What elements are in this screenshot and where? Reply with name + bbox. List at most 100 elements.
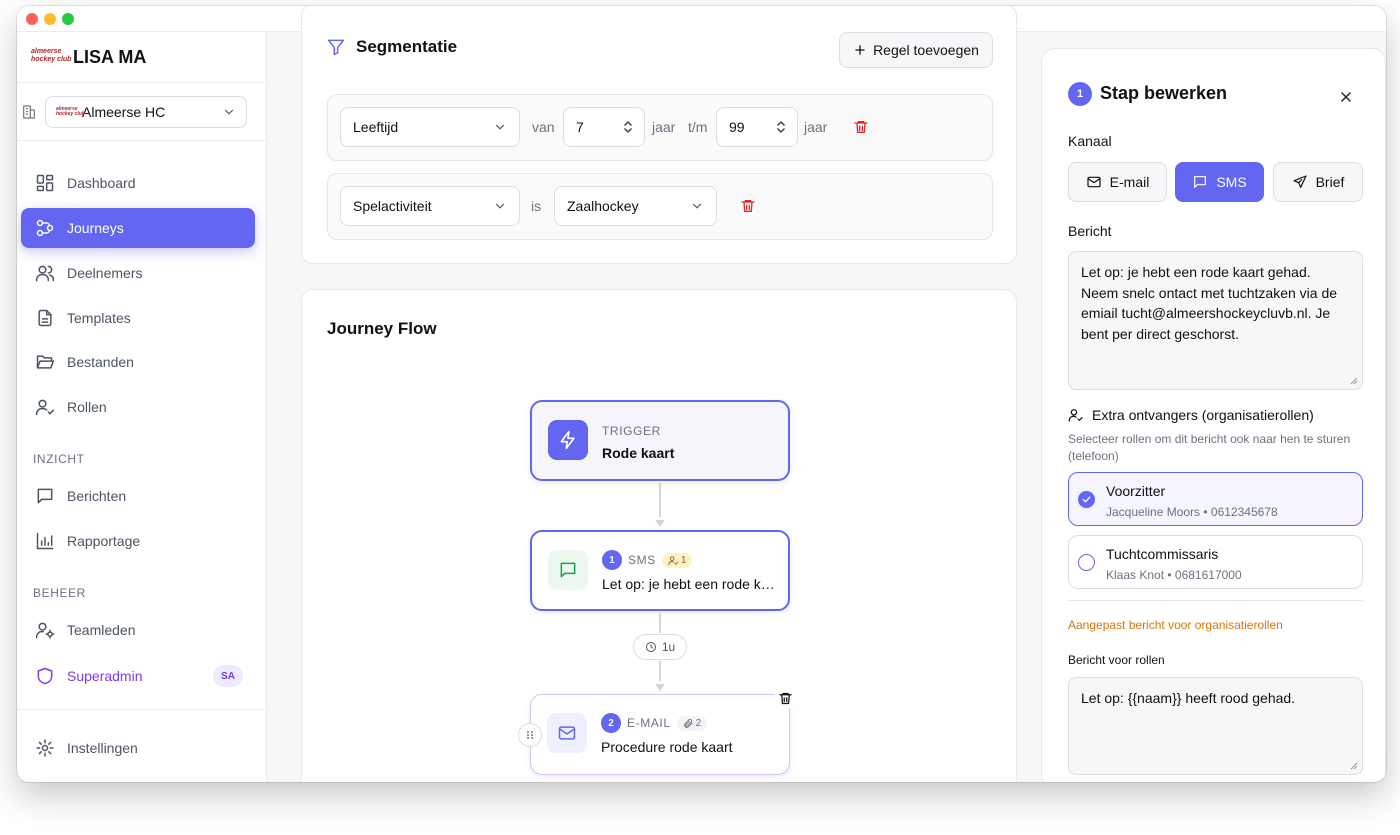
user-check-icon xyxy=(668,555,678,565)
unit-label: jaar xyxy=(652,119,676,135)
chevron-down-icon xyxy=(495,203,505,209)
nav-label: Rapportage xyxy=(67,533,141,549)
role-checkbox[interactable] xyxy=(1078,554,1095,571)
nav-label: Superadmin xyxy=(67,668,143,684)
nav-rapportage[interactable]: Rapportage xyxy=(21,521,255,561)
journeys-icon xyxy=(36,219,54,237)
chevron-down-icon xyxy=(495,124,505,130)
dashboard-icon xyxy=(36,174,54,192)
rule-field-select[interactable]: Leeftijd xyxy=(340,107,520,147)
nav-berichten[interactable]: Berichten xyxy=(21,476,255,516)
gear-icon xyxy=(36,739,54,757)
trigger-label: TRIGGER xyxy=(602,424,661,438)
send-icon xyxy=(1292,175,1307,188)
to-label: t/m xyxy=(688,119,708,135)
org-switcher-row: almeerse hockey club Almeerse HC xyxy=(21,95,251,129)
recipients-chip: 1 xyxy=(661,552,693,568)
age-to-input[interactable]: 99 xyxy=(716,107,798,147)
role-name: Tuchtcommissaris xyxy=(1106,546,1219,562)
nav-label: Rollen xyxy=(67,399,107,415)
role-option-voorzitter[interactable]: Voorzitter Jacqueline Moors • 0612345678 xyxy=(1068,472,1363,526)
trigger-node[interactable]: TRIGGER Rode kaart xyxy=(530,400,790,481)
building-icon xyxy=(23,105,35,119)
unit-label: jaar xyxy=(804,119,828,135)
nav-label: Teamleden xyxy=(67,622,136,638)
nav-superadmin[interactable]: Superadmin SA xyxy=(21,656,255,696)
sidebar: almeerse hockey club LISA MA almeerse ho… xyxy=(17,32,267,782)
arrow-icon xyxy=(655,684,665,691)
flow-connector xyxy=(659,613,661,633)
nav-label: Bestanden xyxy=(67,354,134,370)
stepper-icon[interactable] xyxy=(622,118,634,136)
email-icon-box xyxy=(547,713,587,753)
delete-step-button[interactable] xyxy=(774,687,796,709)
age-from-input[interactable]: 7 xyxy=(563,107,645,147)
segmentation-title: Segmentatie xyxy=(326,37,457,57)
nav-rollen[interactable]: Rollen xyxy=(21,387,255,427)
channel-letter-button[interactable]: Brief xyxy=(1273,162,1363,202)
resize-handle-icon[interactable] xyxy=(1350,377,1358,385)
org-name: Almeerse HC xyxy=(82,104,166,120)
org-logo: almeerse hockey club xyxy=(56,106,85,117)
flow-step-email[interactable]: 2 E-MAIL 2 Procedure rode kaart xyxy=(518,687,796,775)
stepper-icon[interactable] xyxy=(775,118,787,136)
divider xyxy=(17,709,267,710)
close-icon[interactable] xyxy=(1338,89,1354,105)
journey-flow-title: Journey Flow xyxy=(327,319,437,338)
delay-pill[interactable]: 1u xyxy=(633,634,687,660)
message-textarea[interactable]: Let op: je hebt een rode kaart gehad. Ne… xyxy=(1068,251,1363,390)
step-number: 1 xyxy=(602,550,622,570)
nav-label: Berichten xyxy=(67,488,127,504)
message-icon xyxy=(1194,176,1207,188)
resize-handle-icon[interactable] xyxy=(1350,762,1358,770)
flow-connector xyxy=(659,661,661,681)
trash-icon[interactable] xyxy=(740,198,756,214)
chevron-down-icon xyxy=(224,109,234,115)
superadmin-badge: SA xyxy=(213,665,243,687)
nav-journeys[interactable]: Journeys xyxy=(21,208,255,248)
step-type: SMS xyxy=(628,553,656,567)
trash-icon[interactable] xyxy=(853,119,869,135)
plus-icon xyxy=(855,45,865,55)
nav-label: Dashboard xyxy=(67,175,136,191)
step-number: 1 xyxy=(1068,82,1092,106)
role-detail: Jacqueline Moors • 0612345678 xyxy=(1106,505,1278,519)
org-select[interactable]: almeerse hockey club Almeerse HC xyxy=(45,96,247,128)
channel-sms-button[interactable]: SMS xyxy=(1175,162,1264,202)
nav-deelnemers[interactable]: Deelnemers xyxy=(21,253,255,293)
brand[interactable]: almeerse hockey club LISA MA xyxy=(31,42,146,72)
brand-name: LISA MA xyxy=(73,46,147,67)
role-option-tuchtcommissaris[interactable]: Tuchtcommissaris Klaas Knot • 0681617000 xyxy=(1068,535,1363,589)
attachments-chip: 2 xyxy=(676,715,708,731)
channel-email-button[interactable]: E-mail xyxy=(1068,162,1167,202)
rule-field-select[interactable]: Spelactiviteit xyxy=(340,186,520,226)
nav-instellingen[interactable]: Instellingen xyxy=(21,728,255,768)
drag-handle[interactable] xyxy=(518,723,542,747)
extra-recipients-title: Extra ontvangers (organisatierollen) xyxy=(1068,407,1314,423)
roles-message-textarea[interactable]: Let op: {{naam}} heeft rood gehad. xyxy=(1068,677,1363,775)
trash-icon xyxy=(778,692,792,704)
section-label-beheer: BEHEER xyxy=(33,586,86,600)
nav-teamleden[interactable]: Teamleden xyxy=(21,610,255,650)
rule-value-select[interactable]: Zaalhockey xyxy=(554,186,717,226)
divider xyxy=(17,82,267,83)
nav-templates[interactable]: Templates xyxy=(21,298,255,338)
lightning-icon xyxy=(560,430,575,450)
nav-dashboard[interactable]: Dashboard xyxy=(21,163,255,203)
nav-label: Journeys xyxy=(67,220,124,236)
custom-roles-message-link[interactable]: Aangepast bericht voor organisatierollen xyxy=(1068,618,1283,632)
folder-icon xyxy=(36,355,55,369)
step-text: Let op: je hebt een rode kaart gehad. xyxy=(602,576,778,592)
paperclip-icon xyxy=(683,718,693,728)
nav-bestanden[interactable]: Bestanden xyxy=(21,342,255,382)
user-cog-icon xyxy=(35,622,55,639)
filter-icon xyxy=(327,39,345,56)
add-rule-button[interactable]: Regel toevoegen xyxy=(839,32,993,68)
clock-icon xyxy=(645,642,656,652)
flow-step-sms[interactable]: 1 SMS 1 Let op: je hebt een rode kaart g… xyxy=(530,530,790,611)
from-label: van xyxy=(532,119,555,135)
role-checkbox[interactable] xyxy=(1078,491,1095,508)
channel-label: Kanaal xyxy=(1068,133,1112,149)
message-icon xyxy=(37,488,53,504)
message-icon xyxy=(560,562,576,578)
